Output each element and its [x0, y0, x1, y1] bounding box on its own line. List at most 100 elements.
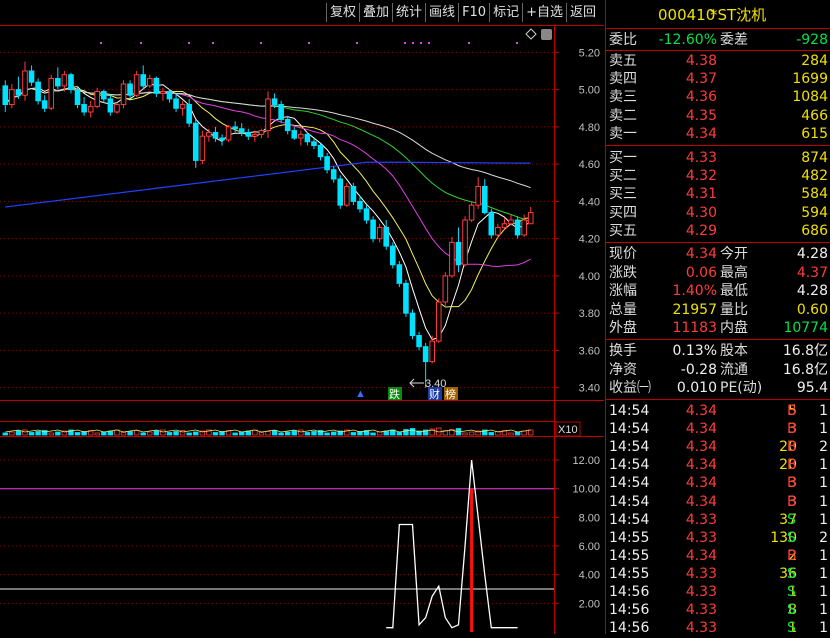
- ask-label: 卖四: [609, 71, 637, 88]
- tick-row[interactable]: 14:56 4.33 8 S 1: [606, 601, 830, 619]
- fundamental-row[interactable]: 净资 -0.28 流通 16.8亿: [606, 361, 830, 379]
- bid-row[interactable]: 买一 4.33 874: [606, 149, 830, 167]
- fund-value: 0.010: [676, 380, 717, 397]
- stock-name: *ST沈机: [710, 6, 767, 24]
- quote-value: 4.34: [685, 246, 717, 262]
- ask-row[interactable]: 卖四 4.37 1699: [606, 70, 830, 88]
- up-arrow-marker: ▲: [355, 388, 366, 400]
- quote-row[interactable]: 外盘 11183 内盘 10774: [606, 319, 830, 337]
- candle-body: [422, 346, 429, 363]
- scroll-handle[interactable]: [541, 29, 552, 40]
- quote-row[interactable]: 涨幅 1.40% 最低 4.28: [606, 282, 830, 300]
- candle: [508, 214, 514, 226]
- volume-bar: [330, 431, 337, 436]
- tick-row[interactable]: 14:56 4.33 1 S 1: [606, 619, 830, 637]
- candle-body: [501, 223, 508, 228]
- mark-button[interactable]: 标记: [489, 3, 522, 22]
- candle: [9, 84, 15, 109]
- quote-row[interactable]: 涨跌 0.06 最高 4.37: [606, 264, 830, 282]
- candle-body: [41, 100, 48, 109]
- diamond-icon[interactable]: [525, 28, 537, 40]
- quote-row[interactable]: 总量 21957 量比 0.60: [606, 301, 830, 319]
- tick-row[interactable]: 14:54 4.34 3 B 1: [606, 474, 830, 492]
- candle: [55, 67, 61, 90]
- toolbar: 复权 叠加 统计 画线 F10 标记 +自选 返回: [326, 3, 599, 22]
- ask-row[interactable]: 卖五 4.38 284: [606, 52, 830, 70]
- tick-price: 4.33: [685, 620, 717, 637]
- candle: [28, 65, 35, 86]
- candle: [41, 95, 48, 112]
- tick-price: 4.34: [685, 439, 717, 456]
- tick-row[interactable]: 14:55 4.33 130 S 2: [606, 529, 830, 547]
- tick-count: 1: [819, 584, 828, 600]
- candle: [219, 134, 225, 146]
- tick-time: 14:54: [609, 403, 650, 419]
- tick-side: S: [787, 602, 796, 619]
- ask-price: 4.36: [685, 89, 717, 106]
- bid-row[interactable]: 买四 4.30 594: [606, 204, 830, 222]
- volume-bar: [173, 431, 179, 436]
- fund-value: 16.8亿: [782, 343, 828, 359]
- price-tick-label: 4.80: [579, 122, 600, 134]
- chart-area[interactable]: 5.20 5.00 4.80 4.60 4.40 4.20 4.00 3.80 3.60 3.40…: [0, 0, 604, 634]
- wb-value: -12.60%: [658, 32, 717, 48]
- f10-button[interactable]: F10: [458, 3, 489, 22]
- tick-time: 14:55: [609, 547, 650, 564]
- stats-button[interactable]: 统计: [392, 3, 425, 22]
- ask-row[interactable]: 卖三 4.36 1084: [606, 88, 830, 106]
- candle: [74, 85, 81, 109]
- candle-body: [389, 245, 396, 266]
- marker-bang: 榜: [445, 387, 456, 401]
- tick-count: 1: [819, 565, 828, 582]
- ask-row[interactable]: 卖一 4.34 615: [606, 125, 830, 143]
- tick-row[interactable]: 14:54 4.34 20 B 1: [606, 456, 830, 474]
- ask-row[interactable]: 卖二 4.35 466: [606, 107, 830, 125]
- tick-side: S: [787, 620, 796, 637]
- quote-value: 0.06: [685, 264, 717, 281]
- fundamental-row[interactable]: 收益㈠ 0.010 PE(动) 95.4: [606, 379, 830, 397]
- candle-body: [435, 301, 442, 342]
- bid-row[interactable]: 买二 4.32 482: [606, 167, 830, 185]
- signal-dot: [404, 42, 406, 44]
- order-ratio-row: 委比 -12.60% 委差 -928: [606, 31, 830, 49]
- add-watchlist-button[interactable]: +自选: [522, 3, 566, 22]
- quote-row[interactable]: 现价 4.34 今开 4.28: [606, 245, 830, 263]
- candle-body: [22, 70, 28, 96]
- tick-row[interactable]: 14:55 4.33 36 S 1: [606, 565, 830, 583]
- tick-row[interactable]: 14:55 4.34 2 B 1: [606, 547, 830, 565]
- tick-row[interactable]: 14:56 4.33 1 S 1: [606, 583, 830, 601]
- volume-bar: [291, 430, 297, 436]
- candle-body: [94, 90, 101, 107]
- candle: [120, 80, 127, 109]
- candle-body: [278, 104, 284, 120]
- candle: [15, 76, 22, 99]
- bid-row[interactable]: 买五 4.29 686: [606, 222, 830, 240]
- tick-row[interactable]: 14:54 4.33 37 S 1: [606, 511, 830, 529]
- back-button[interactable]: 返回: [566, 3, 599, 22]
- tick-row[interactable]: 14:54 4.34 3 B 1: [606, 420, 830, 438]
- fundamental-row[interactable]: 换手 0.13% 股本 16.8亿: [606, 342, 830, 360]
- tick-price: 4.33: [685, 565, 717, 582]
- volume-bar: [350, 432, 357, 436]
- candle: [22, 61, 28, 101]
- candle-body: [238, 128, 245, 133]
- tick-side: B: [787, 403, 797, 419]
- signal-dot: [356, 42, 358, 44]
- bid-row[interactable]: 买三 4.31 584: [606, 185, 830, 203]
- tick-row[interactable]: 14:54 4.34 5 B 1: [606, 402, 830, 420]
- stock-header[interactable]: 000410 *ST沈机: [606, 6, 830, 26]
- candle-body: [55, 77, 61, 87]
- tick-row[interactable]: 14:54 4.34 3 B 1: [606, 493, 830, 511]
- indicator-tick-label: 10.00: [572, 484, 600, 496]
- kline-chart[interactable]: 5.20 5.00 4.80 4.60 4.40 4.20 4.00 3.80 3.60 3.40…: [0, 0, 604, 634]
- overlay-button[interactable]: 叠加: [359, 3, 392, 22]
- x10-label: X10: [558, 424, 578, 436]
- fuquan-button[interactable]: 复权: [326, 3, 359, 22]
- volume-bar: [212, 432, 219, 436]
- tick-count: 1: [819, 511, 828, 528]
- draw-line-button[interactable]: 画线: [425, 3, 458, 22]
- tick-row[interactable]: 14:54 4.34 20 B 2: [606, 438, 830, 456]
- fund-label: 净资: [609, 361, 637, 378]
- tick-side: S: [787, 584, 796, 600]
- candle: [68, 72, 74, 94]
